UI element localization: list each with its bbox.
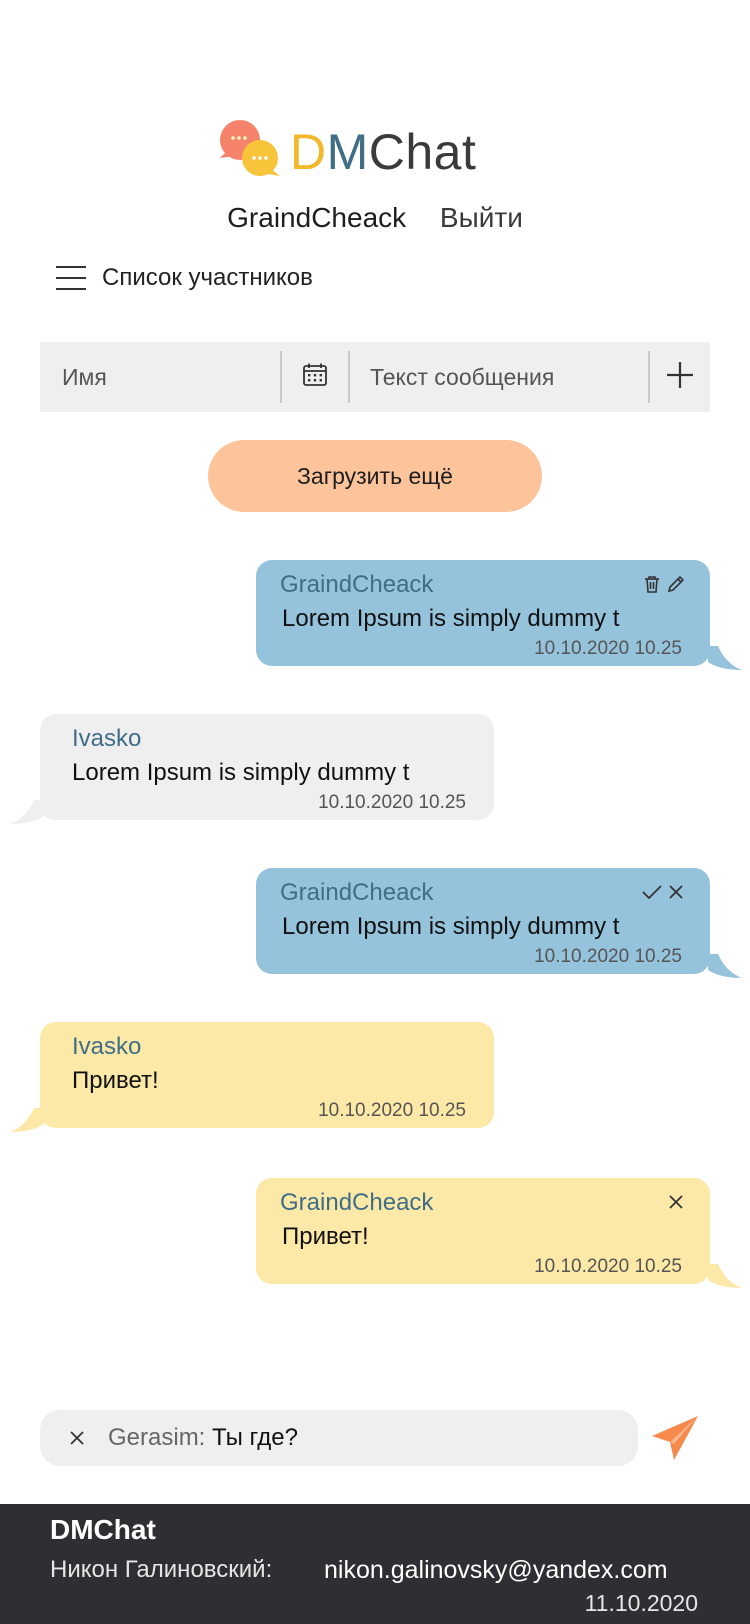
message-text: Lorem Ipsum is simply dummy t (72, 759, 410, 786)
message-text: Привет! (72, 1067, 159, 1094)
brand-letter-m: M (326, 124, 369, 180)
brand-wordmark: DMChat (290, 123, 476, 181)
delete-message-button[interactable] (642, 574, 662, 594)
members-list-label: Список участников (102, 264, 313, 291)
message-bubble-incoming: Ivasko Привет! 10.10.2020 10.25 (10, 1022, 494, 1132)
message-time: 10.10.2020 10.25 (318, 1100, 466, 1121)
bubble-tail (708, 1264, 742, 1288)
brand-letter-d: D (290, 124, 327, 180)
message-bubble-own: GraindCheack Lorem Ipsum is simply dummy… (256, 560, 742, 670)
message-author[interactable]: GraindCheack (280, 1189, 433, 1217)
footer: DMChat Никон Галиновский: nikon.galinovs… (0, 1504, 750, 1624)
message-bubble-own-editing: GraindCheack Lorem Ipsum is simply dummy… (256, 868, 742, 978)
close-icon (669, 885, 683, 899)
confirm-edit-button[interactable] (642, 882, 662, 902)
message-author[interactable]: Ivasko (72, 1033, 141, 1061)
message-text: Lorem Ipsum is simply dummy t (282, 605, 620, 632)
logo[interactable]: DMChat (218, 118, 476, 186)
message-time: 10.10.2020 10.25 (534, 638, 682, 659)
filter-apply-button[interactable] (650, 342, 710, 412)
footer-email-link[interactable]: nikon.galinovsky@yandex.com (324, 1556, 668, 1585)
chat-bubbles-icon (218, 118, 288, 186)
current-username: GraindCheack (227, 202, 407, 233)
reply-preview: Gerasim: Ты где? (108, 1424, 298, 1452)
message-time: 10.10.2020 10.25 (534, 946, 682, 967)
plus-icon (665, 360, 695, 395)
message-actions (642, 882, 686, 902)
filter-text-input[interactable]: Текст сообщения (350, 342, 648, 412)
close-message-button[interactable] (666, 1192, 686, 1212)
footer-author: Никон Галиновский: (50, 1556, 273, 1583)
brand-word-chat: Chat (368, 124, 477, 180)
reply-text: Ты где? (205, 1424, 298, 1451)
reply-author: Gerasim: (108, 1424, 206, 1451)
message-actions (666, 1192, 686, 1212)
send-button[interactable] (650, 1414, 702, 1462)
message-input[interactable]: Gerasim: Ты где? (40, 1410, 638, 1466)
calendar-icon (302, 362, 328, 393)
logout-link[interactable]: Выйти (440, 202, 523, 233)
message-bubble-own: GraindCheack Привет! 10.10.2020 10.25 (256, 1178, 742, 1288)
message-bubble-incoming: Ivasko Lorem Ipsum is simply dummy t 10.… (10, 714, 494, 824)
bubble-tail (708, 646, 742, 670)
bubble-tail (10, 800, 44, 824)
hamburger-menu-icon (56, 266, 86, 290)
paper-plane-icon (652, 1416, 698, 1460)
close-icon (70, 1431, 84, 1445)
user-row: GraindCheack Выйти (0, 202, 750, 234)
check-icon (642, 885, 662, 900)
pencil-icon (667, 575, 685, 593)
footer-brand: DMChat (50, 1514, 156, 1545)
filter-date-button[interactable] (282, 342, 348, 412)
footer-date: 11.10.2020 (584, 1590, 698, 1616)
message-text: Lorem Ipsum is simply dummy t (282, 913, 620, 940)
bubble-tail (10, 1108, 44, 1132)
message-time: 10.10.2020 10.25 (318, 792, 466, 813)
message-author[interactable]: GraindCheack (280, 571, 433, 599)
message-author[interactable]: Ivasko (72, 725, 141, 753)
close-icon (669, 1195, 683, 1209)
filter-name-input[interactable]: Имя (40, 342, 280, 412)
message-actions (642, 574, 686, 594)
message-author[interactable]: GraindCheack (280, 879, 433, 907)
header: DMChat GraindCheack Выйти Список участни… (0, 0, 750, 300)
load-more-button[interactable]: Загрузить ещё (208, 440, 542, 512)
bubble-tail (708, 954, 742, 978)
trash-icon (645, 576, 659, 593)
cancel-reply-button[interactable] (62, 1423, 92, 1453)
message-time: 10.10.2020 10.25 (534, 1256, 682, 1277)
edit-message-button[interactable] (666, 574, 686, 594)
message-text: Привет! (282, 1223, 369, 1250)
message-filter-bar: Имя Текст сообщения (40, 342, 710, 412)
cancel-edit-button[interactable] (666, 882, 686, 902)
members-list-toggle[interactable]: Список участников (56, 264, 313, 292)
